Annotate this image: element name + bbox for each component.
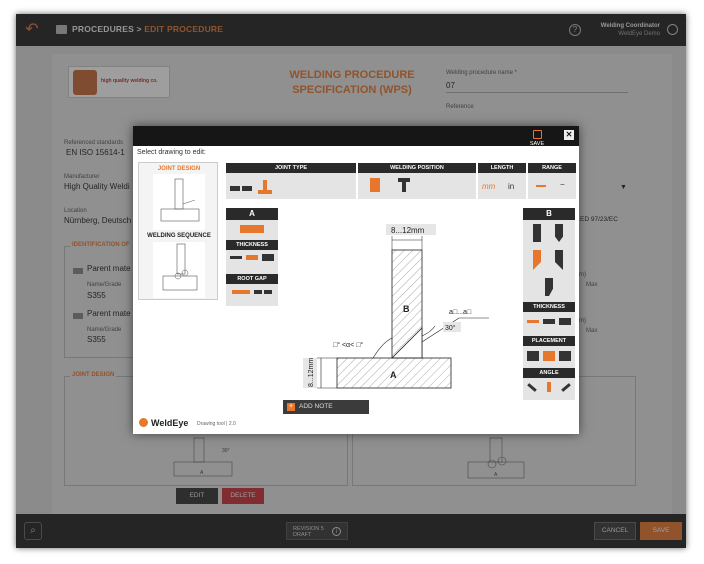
modal-save-label: SAVE (529, 141, 545, 147)
weldeye-logo: WeldEye (139, 418, 188, 428)
modal-save-button[interactable]: SAVE (525, 130, 549, 156)
butt-joint-icon[interactable] (242, 186, 252, 191)
thickness-thick-icon[interactable] (262, 254, 274, 261)
range-minus[interactable]: − (560, 180, 565, 189)
thickness-medium-icon[interactable] (246, 255, 258, 260)
part-b-panel: B THICKNESS PLACEMENT ANGLE (523, 208, 575, 400)
range-options: − (528, 173, 576, 199)
part-a-header: A (226, 208, 278, 220)
placement-left-icon[interactable] (527, 351, 539, 361)
placement-right-icon[interactable] (559, 351, 571, 361)
placement-header: PLACEMENT (523, 336, 575, 346)
length-header: LENGTH (478, 163, 526, 173)
angle-vertical-icon[interactable] (547, 382, 551, 392)
dim-side-label[interactable]: 8...12mm (308, 358, 315, 387)
dim-top-label[interactable]: 8...12mm (391, 226, 425, 235)
b-thickness-thick-icon[interactable] (559, 318, 571, 325)
bevel-single-icon[interactable] (533, 250, 541, 270)
plate-a-label: A (390, 370, 397, 380)
root-gap-small-icon[interactable] (264, 290, 272, 294)
alpha-arc (372, 337, 393, 359)
part-b-thickness-header: THICKNESS (523, 302, 575, 312)
tool-version: Drawing tool | 2.0 (197, 421, 236, 427)
joint-type-options (226, 173, 356, 199)
bevel-j-icon[interactable] (545, 278, 553, 296)
add-note-button[interactable]: + ADD NOTE (283, 400, 369, 414)
butt-joint-icon[interactable] (230, 186, 240, 191)
thumb-welding-sequence-title[interactable]: WELDING SEQUENCE (139, 233, 219, 239)
root-gap-header: ROOT GAP (226, 274, 278, 284)
app-window: ↶ PROCEDURES > EDIT PROCEDURE ? Welding … (16, 14, 686, 548)
root-gap-none-icon[interactable] (232, 290, 250, 294)
throat-label[interactable]: a□...a□ (449, 309, 472, 316)
range-header: RANGE (528, 163, 576, 173)
thumb-joint-design[interactable] (153, 174, 205, 230)
b-thickness-thin-icon[interactable] (527, 320, 539, 323)
drawing-selector: JOINT DESIGN WELDING SEQUENCE (138, 162, 218, 300)
root-gap-small-icon[interactable] (254, 290, 262, 294)
brand-name: WeldEye (151, 418, 189, 428)
drawing-tool-modal: SAVE ✕ Select drawing to edit: JOINT DES… (133, 126, 579, 434)
modal-header (133, 126, 579, 146)
tee-joint-icon[interactable] (263, 180, 267, 190)
angle-header: ANGLE (523, 368, 575, 378)
thickness-thin-icon[interactable] (230, 256, 242, 259)
length-unit-in[interactable]: in (508, 182, 514, 191)
welding-position-header: WELDING POSITION (358, 163, 476, 173)
position-pa-icon[interactable] (370, 178, 380, 192)
length-options: mm in (478, 173, 526, 199)
b-thickness-medium-icon[interactable] (543, 319, 555, 324)
thumb-joint-design-title[interactable]: JOINT DESIGN (139, 166, 219, 172)
bevel-single-reverse-icon[interactable] (555, 250, 563, 270)
add-note-label: ADD NOTE (299, 403, 333, 410)
drawing-canvas[interactable]: 8...12mm B A 8...12mm □° <α< □° a□...a□ … (283, 210, 523, 406)
welding-position-options (358, 173, 476, 199)
part-a-thickness-header: THICKNESS (226, 240, 278, 250)
angle-left-icon[interactable] (527, 383, 537, 392)
part-a-panel: A THICKNESS ROOT GAP (226, 208, 278, 306)
length-unit-mm[interactable]: mm (482, 182, 495, 191)
save-disk-icon (532, 130, 542, 139)
angle-right-icon[interactable] (561, 383, 571, 392)
plate-b-label: B (403, 304, 410, 314)
joint-type-header: JOINT TYPE (226, 163, 356, 173)
tee-joint-base-icon[interactable] (258, 190, 272, 194)
close-icon[interactable]: ✕ (564, 130, 574, 140)
alpha-range-label[interactable]: □° <α< □° (333, 341, 363, 349)
plus-icon: + (287, 403, 295, 411)
select-drawing-label: Select drawing to edit: (137, 149, 206, 156)
weldeye-logo-icon (139, 418, 148, 427)
part-a-plate-icon[interactable] (240, 225, 264, 233)
angle-30-label[interactable]: 30° (445, 324, 456, 332)
position-pf-stem-icon[interactable] (402, 182, 406, 192)
bevel-double-icon[interactable] (555, 224, 563, 242)
range-option-icon[interactable] (536, 185, 546, 187)
bevel-none-icon[interactable] (533, 224, 541, 242)
placement-center-icon[interactable] (543, 351, 555, 361)
thumb-welding-sequence[interactable] (153, 242, 205, 298)
part-b-header: B (523, 208, 575, 220)
